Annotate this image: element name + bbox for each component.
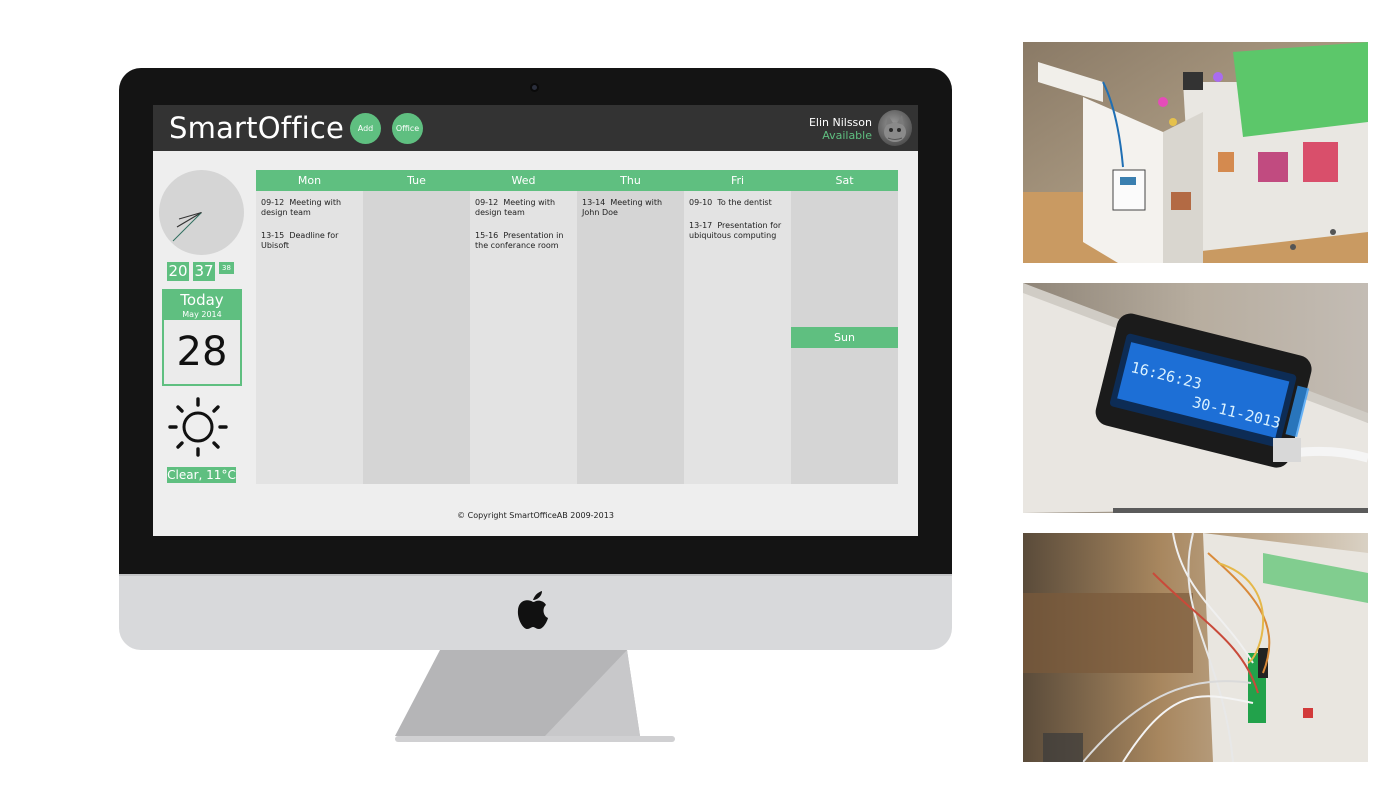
clock-hands [172,211,202,242]
day-column-mon[interactable]: Mon 09-12 Meeting with design team 13-15… [256,170,363,484]
day-column-wed[interactable]: Wed 09-12 Meeting with design team 15-16… [470,170,577,484]
day-body: 13-14 Meeting with John Doe [577,191,684,484]
day-column-thu[interactable]: Thu 13-14 Meeting with John Doe [577,170,684,484]
photo-office-model [1023,42,1368,263]
day-header: Fri [684,170,791,191]
sun-icon [168,397,228,457]
event-time: 13-14 [582,198,606,207]
calendar-event[interactable]: 13-14 Meeting with John Doe [582,198,679,218]
calendar-event[interactable]: 15-16 Presentation in the conferance roo… [475,231,572,251]
analog-clock [159,170,244,255]
smartoffice-screen: SmartOffice Add Office Elin Nilsson Avai… [153,105,918,536]
calendar-event[interactable]: 09-12 Meeting with design team [475,198,572,218]
day-body: 09-12 Meeting with design team 15-16 Pre… [470,191,577,484]
footer-copyright: © Copyright SmartOfficeAB 2009-2013 [457,511,614,520]
event-time: 09-12 [475,198,499,207]
day-header: Wed [470,170,577,191]
calendar-event[interactable]: 09-12 Meeting with design team [261,198,358,218]
calendar-event[interactable]: 13-15 Deadline for Ubisoft [261,231,358,251]
time-seconds: 38 [219,262,234,274]
week-calendar: Mon 09-12 Meeting with design team 13-15… [256,170,898,484]
today-label: Today [180,291,224,309]
event-time: 13-17 [689,221,713,230]
user-status: Available [822,129,872,142]
app-title: SmartOffice [169,111,345,145]
user-name: Elin Nilsson [808,116,872,129]
day-body-sun [791,348,898,484]
add-button[interactable]: Add [350,113,381,144]
lcd-display-illustration: 16:26:23 30-11-2013 [1023,283,1368,513]
day-body: 09-12 Meeting with design team 13-15 Dea… [256,191,363,484]
time-minutes: 37 [193,262,215,281]
day-header: Sat [791,170,898,191]
digital-time: 20 37 38 [167,262,234,281]
event-time: 09-12 [261,198,285,207]
wiring-illustration [1023,533,1368,762]
avatar[interactable] [878,110,912,146]
apple-logo-icon [517,591,548,629]
camera-icon [530,83,539,92]
event-time: 13-15 [261,231,285,240]
time-hours: 20 [167,262,189,281]
office-button[interactable]: Office [392,113,423,144]
weather-label: Clear, 11°C [167,467,236,483]
day-column-fri[interactable]: Fri 09-10 To the dentist 13-17 Presentat… [684,170,791,484]
day-header: Tue [363,170,470,191]
today-month: May 2014 [182,310,222,319]
day-header: Mon [256,170,363,191]
imac-stand [395,650,675,742]
app-header: SmartOffice Add Office Elin Nilsson Avai… [153,105,918,151]
today-widget: Today May 2014 28 [162,289,242,386]
day-column-tue[interactable]: Tue [363,170,470,484]
event-time: 15-16 [475,231,499,240]
day-body: 09-10 To the dentist 13-17 Presentation … [684,191,791,484]
day-body [363,191,470,484]
day-header: Thu [577,170,684,191]
today-day: 28 [164,320,240,384]
imac-chin-divider [119,574,952,576]
photo-wiring [1023,533,1368,762]
day-body-sat [791,191,898,327]
office-model-illustration [1023,42,1368,263]
avatar-cat-icon [884,115,906,142]
event-title: To the dentist [717,198,772,207]
day-header: Sun [791,327,898,348]
calendar-event[interactable]: 09-10 To the dentist [689,198,786,208]
photo-lcd-display: 16:26:23 30-11-2013 [1023,283,1368,513]
calendar-event[interactable]: 13-17 Presentation for ubiquitous comput… [689,221,786,241]
event-time: 09-10 [689,198,713,207]
day-column-sat-sun[interactable]: Sat Sun [791,170,898,484]
